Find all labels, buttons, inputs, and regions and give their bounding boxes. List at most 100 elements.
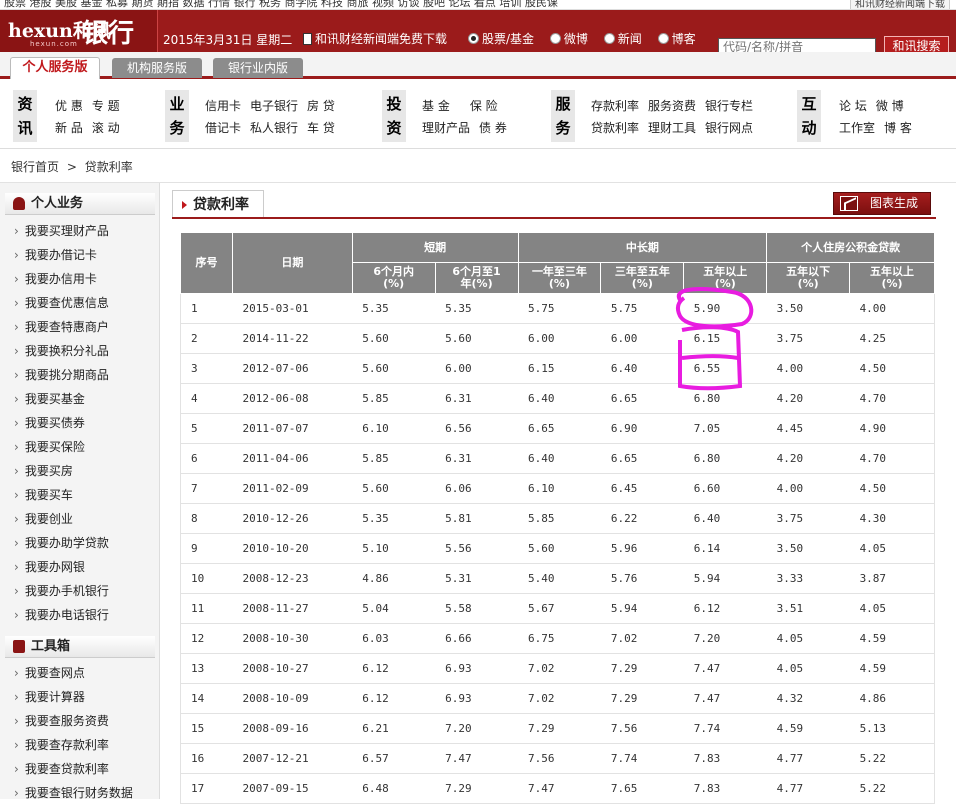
nav-link[interactable]: 房 贷	[307, 95, 335, 117]
cell-date: 2010-12-26	[232, 503, 353, 534]
site-logo[interactable]: hexun和讯 hexun.com 银行	[0, 10, 158, 52]
nav-category-invest[interactable]: 投资	[382, 90, 406, 142]
radio-icon	[468, 33, 479, 44]
sidebar-link[interactable]: 我要办助学贷款	[14, 534, 109, 551]
nav-links-interact: 论 坛微 博 工作室博 客	[839, 95, 921, 139]
cell-rate: 6.12	[683, 593, 767, 624]
cell-rate: 7.47	[683, 653, 767, 684]
nav-link[interactable]: 理财产品	[422, 117, 470, 139]
sidebar-link[interactable]: 我要买房	[14, 462, 73, 479]
cell-seq: 13	[180, 653, 233, 684]
nav-category-news[interactable]: 资讯	[13, 90, 37, 142]
cell-rate: 7.74	[600, 743, 684, 774]
radio-weibo[interactable]: 微博	[549, 30, 588, 47]
sidebar-link[interactable]: 我要买债券	[14, 414, 85, 431]
cell-rate: 6.00	[435, 353, 518, 384]
sidebar-link[interactable]: 我要查银行财务数据	[14, 784, 133, 801]
nav-link[interactable]: 债 券	[479, 117, 507, 139]
sidebar-link[interactable]: 我要查存款利率	[14, 736, 109, 753]
service-tabs: 个人服务版 机构服务版 银行业内版	[0, 52, 956, 81]
nav-link[interactable]: 存款利率	[591, 95, 639, 117]
nav-link[interactable]: 银行专栏	[705, 95, 753, 117]
nav-link[interactable]: 基 金	[422, 95, 450, 117]
sidebar-link[interactable]: 我要办电话银行	[14, 606, 109, 623]
tab-institution[interactable]: 机构服务版	[112, 58, 202, 78]
sidebar-link[interactable]: 我要创业	[14, 510, 73, 527]
sidebar-link[interactable]: 我要查服务资费	[14, 712, 109, 729]
news-app-download-link[interactable]: 和讯财经新闻端免费下载	[303, 30, 447, 47]
nav-link[interactable]: 工作室	[839, 117, 875, 139]
sidebar-link[interactable]: 我要办手机银行	[14, 582, 109, 599]
cell-rate: 3.75	[766, 503, 850, 534]
nav-link[interactable]: 滚 动	[92, 117, 120, 139]
tab-industry[interactable]: 银行业内版	[213, 58, 303, 78]
cell-date: 2011-07-07	[232, 413, 353, 444]
top-strip-links[interactable]: 股票 港股 美股 基金 私募 期货 期指 数据 行情 银行 税务 商学院 科技 …	[4, 0, 558, 9]
nav-group-invest: 投资 基 金保 险 理财产品债 券	[382, 90, 532, 142]
nav-link[interactable]: 论 坛	[839, 95, 867, 117]
sidebar-link[interactable]: 我要买车	[14, 486, 73, 503]
sidebar-link[interactable]: 我要挑分期商品	[14, 366, 109, 383]
top-strip-download[interactable]: 和讯财经新闻端下载	[850, 0, 950, 9]
nav-link[interactable]: 博 客	[884, 117, 912, 139]
generate-chart-button[interactable]: 图表生成	[833, 192, 931, 215]
sidebar-link[interactable]: 我要查特惠商户	[14, 318, 109, 335]
loan-rate-table: 序号 日期 短期 中长期 个人住房公积金贷款 6个月内(%) 6个月至1年(%) 一…	[180, 232, 935, 804]
sidebar-link[interactable]: 我要买理财产品	[14, 222, 109, 239]
cell-rate: 4.05	[849, 533, 935, 564]
cell-rate: 4.00	[766, 353, 850, 384]
radio-blog[interactable]: 博客	[657, 30, 696, 47]
sidebar-link[interactable]: 我要办信用卡	[14, 270, 97, 287]
cell-rate: 3.50	[766, 533, 850, 564]
table-body: 1 2015-03-01 5.35 5.35 5.75 5.75 5.90 3.50 4.00 2…	[180, 293, 935, 804]
nav-category-interact[interactable]: 互动	[797, 90, 821, 142]
radio-label: 股票/基金	[482, 32, 535, 46]
nav-link[interactable]: 私人银行	[250, 117, 298, 139]
nav-group-news: 资讯 优 惠专 题 新 品滚 动	[13, 90, 153, 142]
cell-rate: 6.31	[435, 443, 518, 474]
nav-link[interactable]: 信用卡	[205, 95, 241, 117]
nav-links-invest: 基 金保 险 理财产品债 券	[422, 95, 516, 139]
cell-rate: 4.25	[849, 323, 935, 354]
tab-personal[interactable]: 个人服务版	[10, 57, 100, 81]
sidebar-link[interactable]: 我要买基金	[14, 390, 85, 407]
cell-rate: 7.83	[683, 773, 767, 804]
nav-link[interactable]: 微 博	[876, 95, 904, 117]
nav-link[interactable]: 新 品	[55, 117, 83, 139]
sidebar-link[interactable]: 我要查贷款利率	[14, 760, 109, 777]
nav-category-business[interactable]: 业务	[165, 90, 189, 142]
nav-link[interactable]: 服务资费	[648, 95, 696, 117]
nav-link[interactable]: 优 惠	[55, 95, 83, 117]
nav-link[interactable]: 理财工具	[648, 117, 696, 139]
cell-rate: 3.87	[849, 563, 935, 594]
breadcrumb-home[interactable]: 银行首页	[11, 160, 59, 174]
sidebar-tools-heading: 工具箱	[5, 636, 155, 658]
cell-seq: 16	[180, 743, 233, 774]
radio-stocks-funds[interactable]: 股票/基金	[468, 30, 534, 47]
nav-link[interactable]: 保 险	[470, 95, 498, 117]
nav-links-business: 信用卡 电子银行房 贷 借记卡 私人银行车 贷	[205, 95, 344, 139]
sidebar-link[interactable]: 我要办借记卡	[14, 246, 97, 263]
nav-link[interactable]: 银行网点	[705, 117, 753, 139]
nav-category-service[interactable]: 服务	[551, 90, 575, 142]
sidebar-link[interactable]: 我要换积分礼品	[14, 342, 109, 359]
news-app-download-label: 和讯财经新闻端免费下载	[315, 32, 448, 46]
subheader-cell: 五年以上(%)	[849, 262, 935, 294]
cell-rate: 5.85	[518, 503, 601, 534]
sidebar-link[interactable]: 我要买保险	[14, 438, 85, 455]
nav-link[interactable]: 借记卡	[205, 117, 241, 139]
sidebar-link[interactable]: 我要查网点	[14, 664, 85, 681]
sidebar-link[interactable]: 我要办网银	[14, 558, 85, 575]
nav-link[interactable]: 专 题	[92, 95, 120, 117]
cell-rate: 5.81	[435, 503, 518, 534]
sidebar-link[interactable]: 我要查优惠信息	[14, 294, 109, 311]
cell-rate: 6.12	[352, 653, 436, 684]
cell-rate: 6.93	[435, 683, 518, 714]
nav-link[interactable]: 贷款利率	[591, 117, 639, 139]
sidebar-link[interactable]: 我要计算器	[14, 688, 85, 705]
nav-link[interactable]: 电子银行	[250, 95, 298, 117]
nav-link[interactable]: 车 贷	[307, 117, 335, 139]
radio-news[interactable]: 新闻	[603, 30, 642, 47]
sidebar: 个人业务 我要买理财产品我要办借记卡我要办信用卡我要查优惠信息我要查特惠商户我要…	[0, 183, 160, 801]
table-row: 15 2008-09-16 6.21 7.20 7.29 7.56 7.74 4.59 5.13	[180, 713, 935, 744]
